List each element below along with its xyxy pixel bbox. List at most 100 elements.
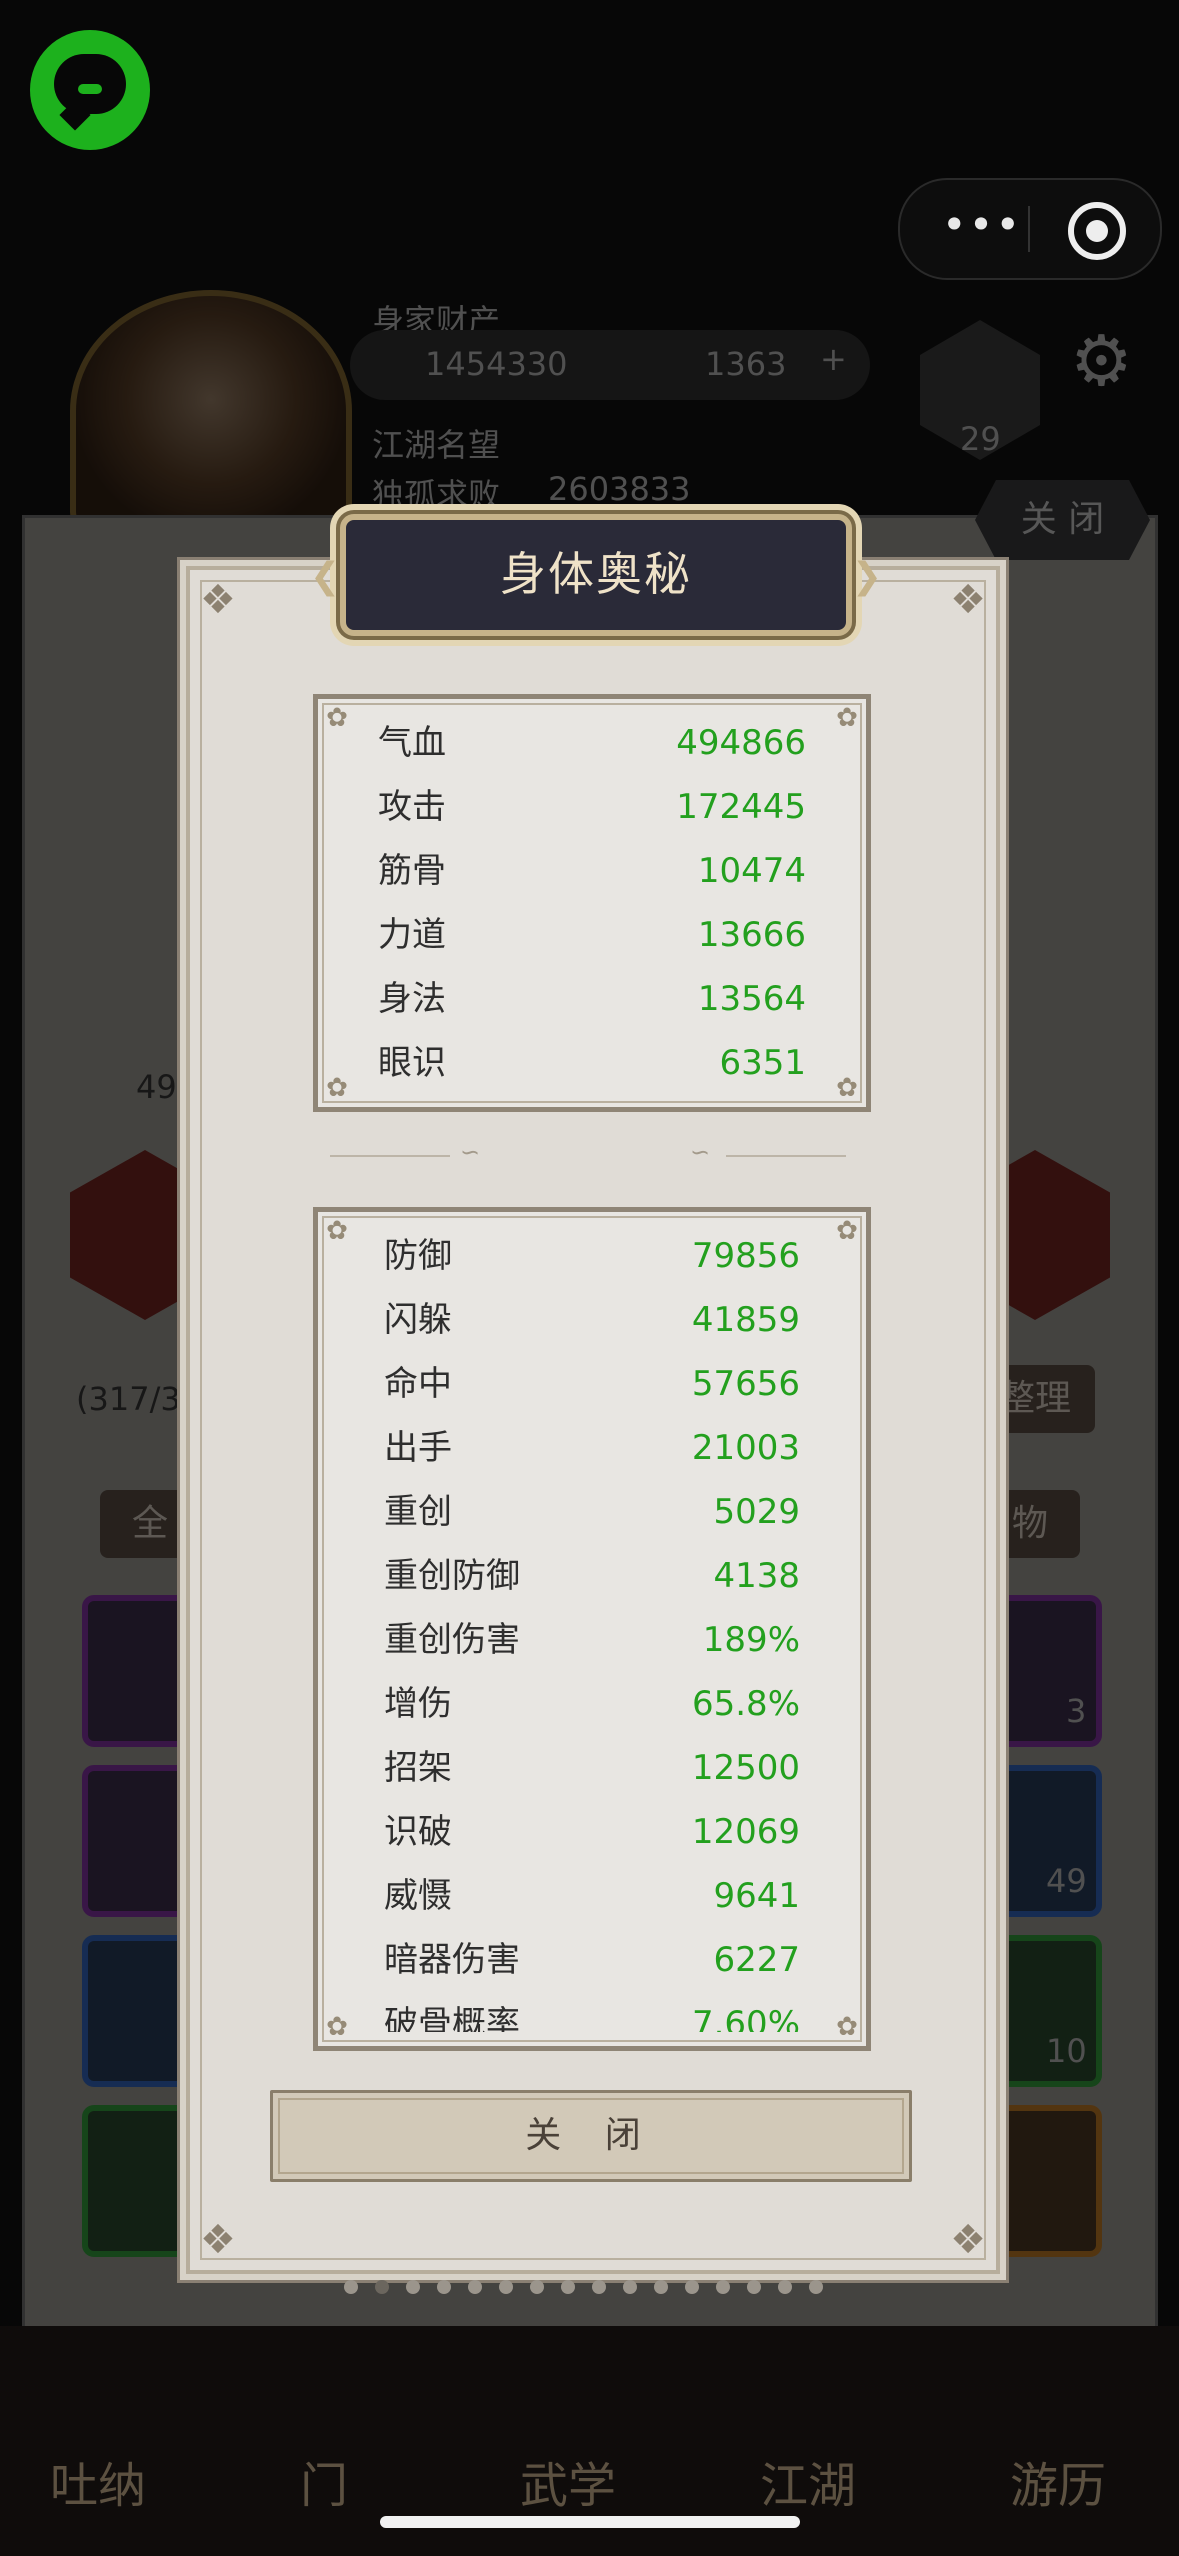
secondary-stats-panel[interactable]: 防御 79856 闪躲 41859 命中 57656 出手 21003 重创 5… [313,1207,871,2051]
stat-row-accuracy: 命中 57656 [384,1352,800,1416]
page-dot[interactable] [654,2280,668,2294]
hp-partial: 49 [136,1068,177,1106]
stat-label: 威慑 [384,1876,452,1916]
title-wing-right-icon: ❯ [851,556,882,597]
page-dot[interactable] [623,2280,637,2294]
stat-row-damage-bonus: 增伤 65.8% [384,1672,800,1736]
page-dot[interactable] [468,2280,482,2294]
stat-label: 身法 [378,979,446,1019]
stat-value: 9641 [713,1876,800,1916]
stat-row-bone-break-chance: 破骨概率 7.60% [384,1992,800,2032]
filter-all-tab[interactable]: 全 [100,1490,200,1558]
page-dot[interactable] [716,2280,730,2294]
stat-label: 攻击 [378,787,446,827]
stat-label: 重创 [384,1492,452,1532]
page-dot[interactable] [592,2280,606,2294]
nav-tunai[interactable]: 吐纳 [50,2446,146,2516]
home-indicator[interactable] [380,2516,800,2528]
stat-row-hp: 气血 494866 [378,711,806,775]
page-dot[interactable] [499,2280,513,2294]
gold-amount: 1454330 [425,345,568,383]
nav-sect[interactable]: 门 [300,2446,348,2516]
dialog-title: 身体奥秘 [500,547,692,601]
divider-ornament-icon: ∽ [460,1138,481,1166]
primary-stats-panel: ✿ ✿ ✿ ✿ 气血 494866 攻击 172445 筋骨 10474 力道 … [313,694,871,1112]
page-dot[interactable] [437,2280,451,2294]
corner-ornament-icon: ✿ [326,703,348,733]
bag-capacity: (317/38 [76,1380,202,1418]
stat-row-agility: 身法 13564 [378,967,806,1031]
stat-row-defense: 防御 79856 [384,1224,800,1288]
stat-row-critical-damage: 重创伤害 189% [384,1608,800,1672]
stat-value: 4138 [713,1556,800,1596]
fame-value: 2603833 [548,470,691,508]
stat-label: 气血 [378,723,446,763]
corner-ornament-icon: ✿ [326,1073,348,1103]
corner-ornament-icon: ❖ [950,2217,986,2263]
stat-row-intimidation: 威慑 9641 [384,1864,800,1928]
stat-value: 10474 [697,851,806,891]
page-dot[interactable] [344,2280,358,2294]
stat-value: 12500 [691,1748,800,1788]
page-dot[interactable] [530,2280,544,2294]
stat-label: 力道 [378,915,446,955]
stat-label: 破骨概率 [384,2004,520,2032]
stat-value: 189% [702,1620,800,1660]
stat-label: 眼识 [378,1043,446,1083]
top-close-button[interactable]: 关 闭 [975,480,1150,560]
stat-value: 57656 [691,1364,800,1404]
stat-value: 5029 [713,1492,800,1532]
stat-value: 13564 [697,979,806,1019]
secondary-stats-scroll[interactable]: 防御 79856 闪躲 41859 命中 57656 出手 21003 重创 5… [324,1218,860,2032]
nav-jianghu[interactable]: 江湖 [760,2446,856,2516]
level-badge: 29 [960,420,1001,458]
stat-value: 172445 [676,787,806,827]
stat-label: 筋骨 [378,851,446,891]
divider-ornament-icon: ∽ [690,1138,711,1166]
stat-value: 7.60% [691,2004,800,2032]
stat-value: 6351 [719,1043,806,1083]
stat-row-hidden-weapon-damage: 暗器伤害 6227 [384,1928,800,1992]
corner-ornament-icon: ✿ [326,1216,348,1246]
close-button[interactable]: 关 闭 [270,2090,912,2182]
stat-row-attack: 攻击 172445 [378,775,806,839]
stat-label: 重创伤害 [384,1620,520,1660]
jade-amount: 1363 [705,345,787,383]
stat-value: 6227 [713,1940,800,1980]
page-dot[interactable] [561,2280,575,2294]
gear-icon[interactable]: ⚙ [1070,320,1133,402]
page-dot[interactable] [809,2280,823,2294]
stat-label: 重创防御 [384,1556,520,1596]
avatar [70,290,352,532]
stat-row-initiative: 出手 21003 [384,1416,800,1480]
page-indicator [344,2280,844,2298]
corner-ornament-icon: ✿ [836,2012,858,2042]
nav-travel[interactable]: 游历 [1010,2446,1106,2516]
page-dot[interactable] [406,2280,420,2294]
page-dot[interactable] [778,2280,792,2294]
tile-count: 3 [1066,1692,1087,1730]
corner-ornament-icon: ✿ [836,1216,858,1246]
fame-label: 江湖名望 [372,426,501,464]
stat-label: 增伤 [384,1684,452,1724]
title-wing-left-icon: ❮ [310,556,341,597]
page-dot-active[interactable] [375,2280,389,2294]
stat-label: 闪躲 [384,1300,452,1340]
stat-value: 65.8% [691,1684,800,1724]
page-dot[interactable] [747,2280,761,2294]
fame-title: 独孤求败 [372,476,501,514]
corner-ornament-icon: ✿ [326,2012,348,2042]
dialog-title-plate: ❮ ❯ 身体奥秘 [310,514,882,636]
stat-row-constitution: 筋骨 10474 [378,839,806,903]
stat-label: 防御 [384,1236,452,1276]
nav-martial[interactable]: 武学 [520,2446,616,2516]
stat-value: 494866 [676,723,806,763]
tile-count: 10 [1046,2032,1087,2070]
page-dot[interactable] [685,2280,699,2294]
stat-label: 暗器伤害 [384,1940,520,1980]
stat-value: 41859 [691,1300,800,1340]
corner-ornament-icon: ❖ [950,577,986,623]
add-currency-button[interactable]: + [820,340,847,378]
stat-value: 21003 [691,1428,800,1468]
stat-value: 79856 [691,1236,800,1276]
